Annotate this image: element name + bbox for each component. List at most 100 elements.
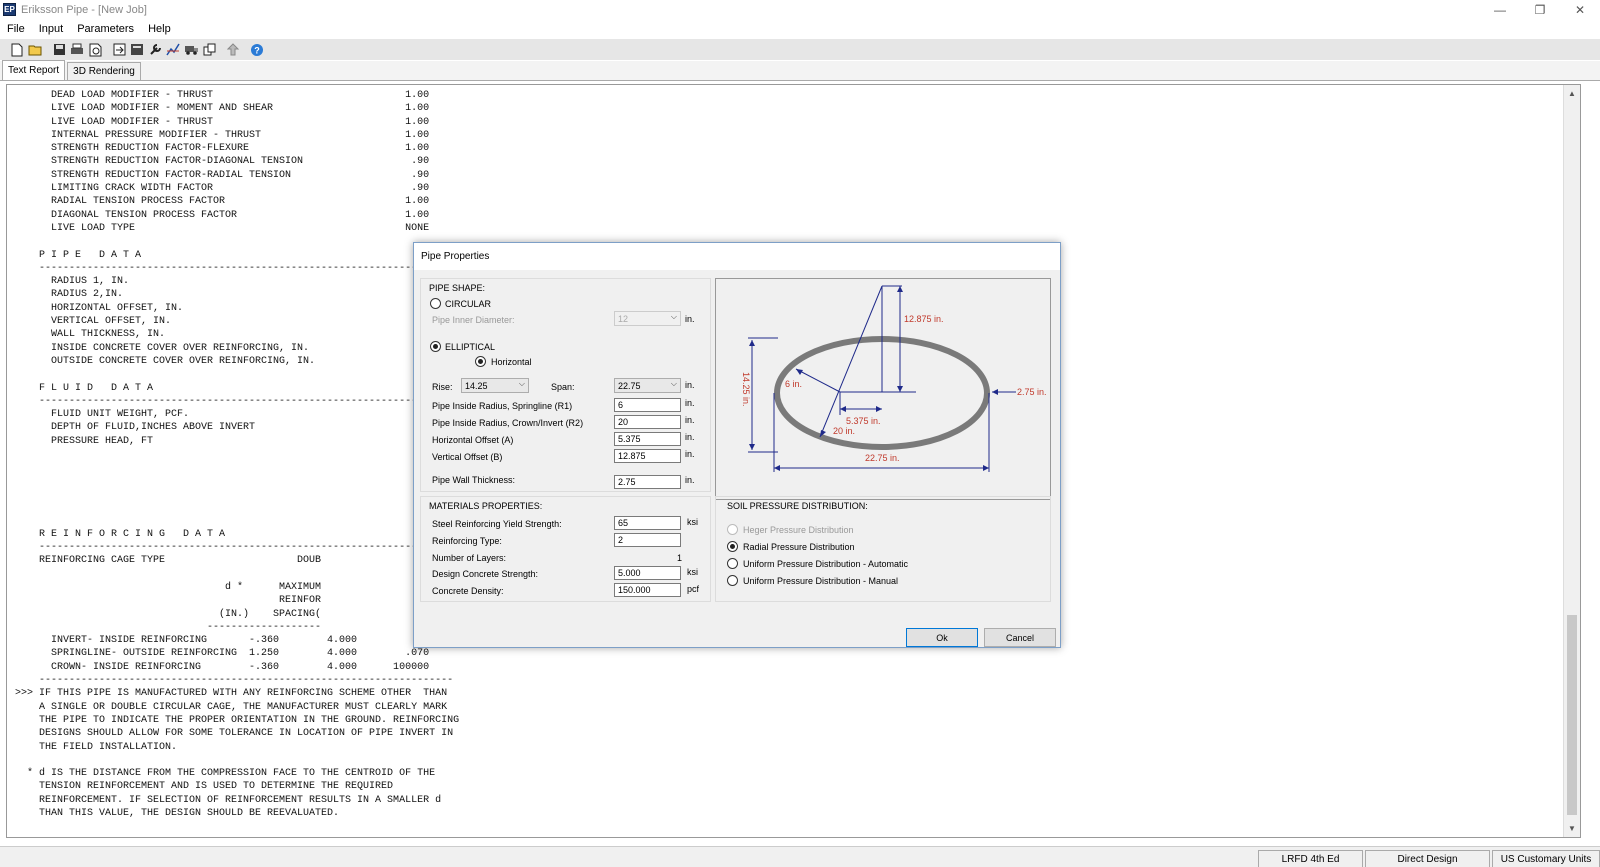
- materials-label: MATERIALS PROPERTIES:: [429, 501, 543, 511]
- r1-input[interactable]: 6: [614, 398, 681, 412]
- chevron-down-icon: ⌵: [518, 379, 525, 388]
- copy-icon[interactable]: [200, 41, 218, 59]
- chevron-down-icon: ⌵: [670, 379, 677, 388]
- scroll-thumb[interactable]: [1567, 615, 1577, 815]
- tab-3d-rendering[interactable]: 3D Rendering: [67, 62, 141, 80]
- wall-unit: in.: [685, 475, 695, 485]
- concrete-input[interactable]: 5.000: [614, 566, 681, 580]
- dialog-title: Pipe Properties: [414, 243, 1060, 270]
- steel-label: Steel Reinforcing Yield Strength:: [432, 519, 562, 529]
- title-bar: EP Eriksson Pipe - [New Job] — ❐ ✕: [0, 0, 1600, 19]
- wall-input[interactable]: 2.75: [614, 475, 681, 489]
- b-input[interactable]: 12.875: [614, 449, 681, 463]
- print-preview-icon[interactable]: [86, 41, 104, 59]
- menu-file[interactable]: File: [0, 23, 32, 35]
- radial-radio[interactable]: [727, 541, 738, 552]
- circular-radio[interactable]: [430, 298, 441, 309]
- circular-label: CIRCULAR: [445, 299, 492, 309]
- calculator-icon[interactable]: [128, 41, 146, 59]
- uniform-manual-label: Uniform Pressure Distribution - Manual: [743, 576, 899, 586]
- r1-unit: in.: [685, 398, 695, 408]
- status-units: US Customary Units: [1492, 850, 1600, 867]
- menu-input[interactable]: Input: [32, 23, 70, 35]
- minimize-button[interactable]: —: [1480, 0, 1520, 19]
- pipe-properties-dialog: Pipe Properties PIPE SHAPE: CIRCULAR Pip…: [413, 242, 1061, 648]
- horizontal-radio[interactable]: [475, 356, 486, 367]
- help-icon[interactable]: ?: [248, 41, 266, 59]
- vertical-scrollbar[interactable]: ▲ ▼: [1563, 85, 1580, 837]
- app-icon: EP: [3, 3, 16, 16]
- chart-icon[interactable]: [164, 41, 182, 59]
- a-dim-label: 5.375 in.: [846, 416, 881, 426]
- layers-value: 1: [677, 553, 683, 563]
- rise-dim-label: 14.25 in.: [741, 372, 751, 407]
- r2-dim-label: 20 in.: [833, 426, 855, 436]
- cancel-button[interactable]: Cancel: [984, 628, 1056, 647]
- r2-dim-line: [819, 285, 883, 438]
- restore-button[interactable]: ❐: [1520, 0, 1560, 19]
- heger-radio[interactable]: [727, 524, 738, 535]
- menu-bar: File Input Parameters Help: [0, 20, 1600, 38]
- b-unit: in.: [685, 449, 695, 459]
- wall-label: Pipe Wall Thickness:: [432, 475, 516, 485]
- density-label: Concrete Density:: [432, 586, 504, 596]
- span-unit: in.: [685, 380, 695, 390]
- tab-strip: Text Report 3D Rendering: [0, 60, 1600, 81]
- span-select[interactable]: 22.75 ⌵: [614, 378, 681, 393]
- r1-dim-label: 6 in.: [785, 379, 802, 389]
- r2-unit: in.: [685, 415, 695, 425]
- menu-help[interactable]: Help: [141, 23, 178, 35]
- svg-text:?: ?: [254, 45, 260, 55]
- steel-unit: ksi: [687, 517, 698, 527]
- r2-label: Pipe Inside Radius, Crown/Invert (R2): [432, 418, 584, 428]
- open-icon[interactable]: [26, 41, 44, 59]
- chevron-down-icon: ⌵: [670, 312, 677, 321]
- status-bar: LRFD 4th Ed Direct Design US Customary U…: [0, 846, 1600, 867]
- close-button[interactable]: ✕: [1560, 0, 1600, 19]
- concrete-label: Design Concrete Strength:: [432, 569, 539, 579]
- tab-text-report[interactable]: Text Report: [2, 60, 66, 80]
- heger-label: Heger Pressure Distribution: [743, 525, 854, 535]
- uniform-manual-radio[interactable]: [727, 575, 738, 586]
- b-label: Vertical Offset (B): [432, 452, 503, 462]
- r1-dim-line: [795, 368, 841, 393]
- report-text: DEAD LOAD MODIFIER - THRUST 1.00 LIVE LO…: [15, 90, 460, 820]
- pipe-diagram-svg: 12.875 in. 6 in. 5.375 in. 20 in. 22.75 …: [741, 285, 1047, 472]
- a-input[interactable]: 5.375: [614, 432, 681, 446]
- pipe-diagram: 12.875 in. 6 in. 5.375 in. 20 in. 22.75 …: [715, 278, 1051, 500]
- elliptical-radio[interactable]: [430, 341, 441, 352]
- export-icon[interactable]: [110, 41, 128, 59]
- uniform-auto-label: Uniform Pressure Distribution - Automati…: [743, 559, 909, 569]
- toolbar: ?: [0, 39, 1600, 60]
- rise-select[interactable]: 14.25 ⌵: [461, 378, 529, 393]
- span-label: Span:: [551, 382, 575, 392]
- scroll-down-icon[interactable]: ▼: [1564, 820, 1580, 837]
- rise-label: Rise:: [432, 382, 453, 392]
- horizontal-label: Horizontal: [491, 357, 532, 367]
- b-dim-label: 12.875 in.: [904, 314, 944, 324]
- r1-label: Pipe Inside Radius, Springline (R1): [432, 401, 573, 411]
- arrow-icon[interactable]: [224, 41, 242, 59]
- radial-label: Radial Pressure Distribution: [743, 542, 855, 552]
- new-icon[interactable]: [8, 41, 26, 59]
- elliptical-label: ELLIPTICAL: [445, 342, 496, 352]
- density-input[interactable]: 150.000: [614, 583, 681, 597]
- wrench-icon[interactable]: [146, 41, 164, 59]
- window-title: Eriksson Pipe - [New Job]: [21, 3, 147, 16]
- save-icon[interactable]: [50, 41, 68, 59]
- steel-input[interactable]: 65: [614, 516, 681, 530]
- rtype-label: Reinforcing Type:: [432, 536, 502, 546]
- menu-parameters[interactable]: Parameters: [70, 23, 141, 35]
- uniform-auto-radio[interactable]: [727, 558, 738, 569]
- print-icon[interactable]: [68, 41, 86, 59]
- truck-icon[interactable]: [182, 41, 200, 59]
- r2-input[interactable]: 20: [614, 415, 681, 429]
- soil-label: SOIL PRESSURE DISTRIBUTION:: [727, 501, 868, 511]
- rtype-input[interactable]: 2: [614, 533, 681, 547]
- ok-button[interactable]: Ok: [906, 628, 978, 647]
- inner-diameter-select[interactable]: 12 ⌵: [614, 311, 681, 326]
- status-design-method: Direct Design: [1365, 850, 1490, 867]
- inner-diameter-unit: in.: [685, 314, 695, 324]
- a-label: Horizontal Offset (A): [432, 435, 514, 445]
- scroll-up-icon[interactable]: ▲: [1564, 85, 1580, 102]
